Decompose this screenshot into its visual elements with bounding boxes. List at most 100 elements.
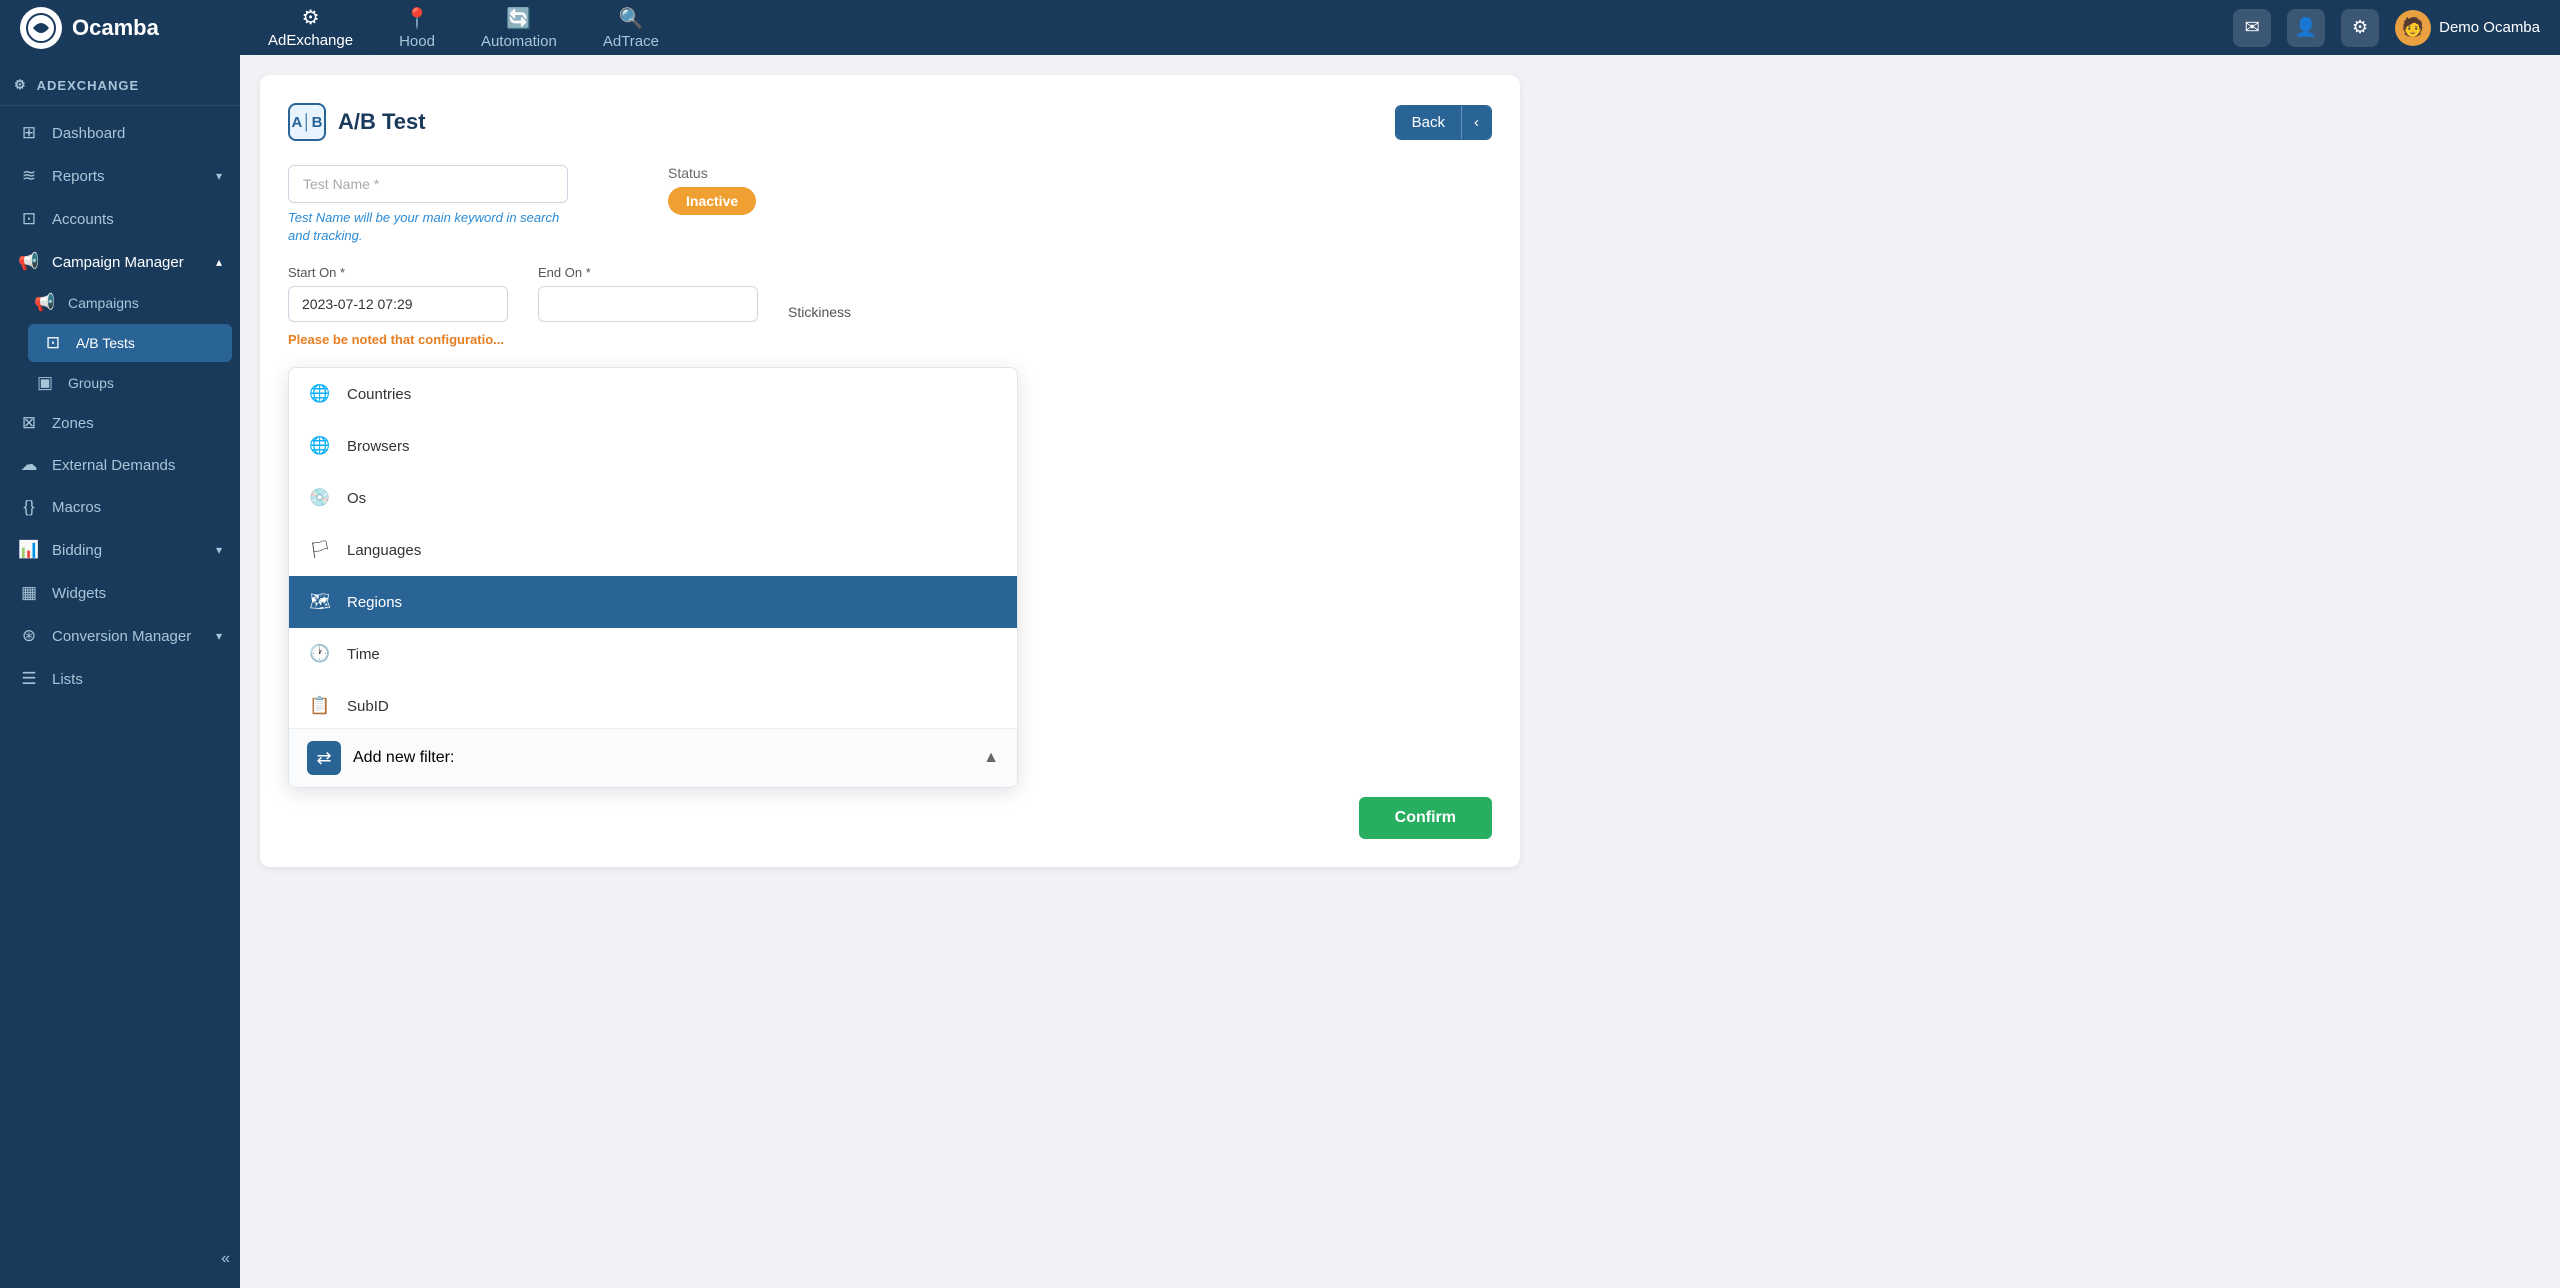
dropdown-item-regions[interactable]: 🗺 Regions <box>289 576 1017 628</box>
dropdown-label-languages: Languages <box>347 542 421 559</box>
sidebar-item-reports[interactable]: ≋ Reports ▾ <box>0 154 240 198</box>
start-on-input[interactable] <box>288 286 508 322</box>
external-demands-icon: ☁ <box>18 455 40 475</box>
sidebar-label-campaign-manager: Campaign Manager <box>52 254 184 271</box>
logo-icon <box>20 7 62 49</box>
stickiness-label: Stickiness <box>788 304 851 330</box>
app-layout: ⚙ AdExchange ⊞ Dashboard ≋ Reports ▾ ⊡ A… <box>0 55 2560 1288</box>
dropdown-label-os: Os <box>347 490 366 507</box>
os-icon: 💿 <box>307 485 333 511</box>
nav-items: ⚙ AdExchange 📍 Hood 🔄 Automation 🔍 AdTra… <box>250 0 2203 59</box>
sidebar-label-ab-tests: A/B Tests <box>76 335 135 351</box>
dropdown-item-os[interactable]: 💿 Os <box>289 472 1017 524</box>
start-on-label: Start On * <box>288 265 508 280</box>
sidebar-item-lists[interactable]: ☰ Lists <box>0 658 240 700</box>
dropdown-item-time[interactable]: 🕐 Time <box>289 628 1017 680</box>
nav-label-adtrace: AdTrace <box>603 33 659 50</box>
dropdown-item-countries[interactable]: 🌐 Countries <box>289 368 1017 420</box>
main-content: A│B A/B Test Back ‹ Test Name will be yo… <box>240 55 2560 1288</box>
dropdown-label-browsers: Browsers <box>347 438 410 455</box>
back-button[interactable]: Back ‹ <box>1395 105 1492 140</box>
sidebar-label-external-demands: External Demands <box>52 457 175 474</box>
zones-icon: ⊠ <box>18 413 40 433</box>
time-icon: 🕐 <box>307 641 333 667</box>
sidebar-item-accounts[interactable]: ⊡ Accounts <box>0 198 240 240</box>
test-name-input[interactable] <box>288 165 568 203</box>
sidebar-app-icon: ⚙ <box>14 77 27 93</box>
sidebar-item-groups[interactable]: ▣ Groups <box>20 364 240 402</box>
sidebar-label-zones: Zones <box>52 415 94 432</box>
nav-item-adtrace[interactable]: 🔍 AdTrace <box>585 0 677 58</box>
dropdown-label-countries: Countries <box>347 386 411 403</box>
top-navigation: Ocamba ⚙ AdExchange 📍 Hood 🔄 Automation … <box>0 0 2560 55</box>
nav-item-automation[interactable]: 🔄 Automation <box>463 0 575 58</box>
campaign-manager-icon: 📢 <box>18 252 40 272</box>
add-filter-label: Add new filter: <box>353 749 454 767</box>
sidebar: ⚙ AdExchange ⊞ Dashboard ≋ Reports ▾ ⊡ A… <box>0 55 240 1288</box>
dropdown-item-languages[interactable]: 🏳 Languages <box>289 524 1017 576</box>
bidding-chevron: ▾ <box>216 543 222 557</box>
sidebar-item-campaigns[interactable]: 📢 Campaigns <box>20 284 240 322</box>
sidebar-item-widgets[interactable]: ▦ Widgets <box>0 572 240 614</box>
nav-item-adexchange[interactable]: ⚙ AdExchange <box>250 0 371 59</box>
end-on-label: End On * <box>538 265 758 280</box>
dropdown-collapse-icon[interactable]: ▲ <box>983 749 999 767</box>
campaigns-icon: 📢 <box>34 293 56 313</box>
dropdown-scroll-area[interactable]: 🌐 Countries 🌐 Browsers 💿 Os <box>289 368 1017 728</box>
sidebar-item-conversion-manager[interactable]: ⊛ Conversion Manager ▾ <box>0 614 240 658</box>
dropdown-label-time: Time <box>347 646 380 663</box>
ab-tests-icon: ⊡ <box>42 333 64 353</box>
sidebar-label-macros: Macros <box>52 499 101 516</box>
config-note: Please be noted that configuratio... <box>288 332 1492 347</box>
dashboard-icon: ⊞ <box>18 123 40 143</box>
browsers-icon: 🌐 <box>307 433 333 459</box>
ab-test-icon: A│B <box>288 103 326 141</box>
campaign-manager-submenu: 📢 Campaigns ⊡ A/B Tests ▣ Groups <box>0 284 240 402</box>
end-on-input[interactable] <box>538 286 758 322</box>
date-row: Start On * End On * Stickiness <box>288 265 1492 322</box>
start-on-field: Start On * <box>288 265 508 322</box>
settings-button[interactable]: ⚙ <box>2341 9 2379 47</box>
dropdown-item-subid[interactable]: 📋 SubID <box>289 680 1017 728</box>
profile-button[interactable]: 👤 <box>2287 9 2325 47</box>
sidebar-item-dashboard[interactable]: ⊞ Dashboard <box>0 112 240 154</box>
sidebar-label-campaigns: Campaigns <box>68 295 139 311</box>
sidebar-collapse-button[interactable]: « <box>221 1250 230 1268</box>
sidebar-item-macros[interactable]: {} Macros <box>0 486 240 528</box>
sidebar-item-campaign-manager[interactable]: 📢 Campaign Manager ▴ <box>0 240 240 284</box>
regions-icon: 🗺 <box>307 589 333 615</box>
countries-icon: 🌐 <box>307 381 333 407</box>
sidebar-item-bidding[interactable]: 📊 Bidding ▾ <box>0 528 240 572</box>
add-filter-icon: ⇄ <box>307 741 341 775</box>
nav-label-automation: Automation <box>481 33 557 50</box>
conversion-manager-chevron: ▾ <box>216 629 222 643</box>
nav-item-hood[interactable]: 📍 Hood <box>381 0 453 58</box>
mail-button[interactable]: ✉ <box>2233 9 2271 47</box>
user-avatar[interactable]: 🧑 Demo Ocamba <box>2395 10 2540 46</box>
test-name-hint: Test Name will be your main keyword in s… <box>288 209 568 245</box>
sidebar-app-name: AdExchange <box>37 78 139 93</box>
back-button-arrow-icon: ‹ <box>1461 106 1491 139</box>
page-title: A/B Test <box>338 109 426 135</box>
adexchange-icon: ⚙ <box>302 5 320 30</box>
sidebar-item-zones[interactable]: ⊠ Zones <box>0 402 240 444</box>
reports-chevron: ▾ <box>216 169 222 183</box>
add-filter-section[interactable]: ⇄ Add new filter: <box>307 741 454 775</box>
sidebar-label-accounts: Accounts <box>52 211 114 228</box>
sidebar-footer: « <box>0 1240 240 1278</box>
status-label: Status <box>668 165 756 181</box>
adtrace-icon: 🔍 <box>618 6 643 31</box>
back-button-label: Back <box>1396 106 1461 139</box>
sidebar-item-ab-tests[interactable]: ⊡ A/B Tests <box>28 324 232 362</box>
card-header: A│B A/B Test Back ‹ <box>288 103 1492 141</box>
lists-icon: ☰ <box>18 669 40 689</box>
languages-icon: 🏳 <box>307 537 333 563</box>
conversion-manager-icon: ⊛ <box>18 626 40 646</box>
bidding-icon: 📊 <box>18 540 40 560</box>
sidebar-label-lists: Lists <box>52 671 83 688</box>
confirm-button[interactable]: Confirm <box>1359 797 1492 839</box>
sidebar-item-external-demands[interactable]: ☁ External Demands <box>0 444 240 486</box>
sidebar-label-bidding: Bidding <box>52 542 102 559</box>
app-logo[interactable]: Ocamba <box>20 7 220 49</box>
dropdown-item-browsers[interactable]: 🌐 Browsers <box>289 420 1017 472</box>
